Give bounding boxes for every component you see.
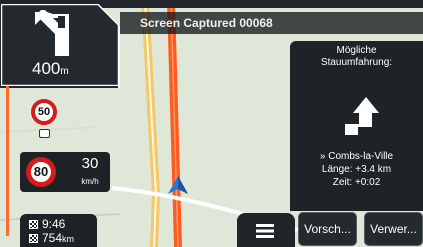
remaining-distance: 754 xyxy=(42,231,63,245)
detour-arrow-icon xyxy=(345,97,379,135)
turn-distance-value: 400 xyxy=(32,59,61,78)
truck-restriction-icon xyxy=(39,129,50,138)
turn-distance-unit: m xyxy=(60,66,69,77)
arrival-time-row: 9:46 xyxy=(29,217,93,231)
current-speed-unit: km/h xyxy=(81,177,99,186)
turn-distance: 400m xyxy=(32,58,102,80)
hamburger-menu-icon xyxy=(256,224,274,238)
reject-detour-button[interactable]: Verwer... xyxy=(364,212,423,246)
route-progress-line xyxy=(6,86,9,236)
detour-time: Zeit: +0:02 xyxy=(332,177,381,188)
propose-detour-button[interactable]: Vorsch... xyxy=(298,212,357,246)
detour-title: Mögliche Stauumfahrung: xyxy=(290,45,423,71)
detour-title-line1: Mögliche xyxy=(336,45,377,56)
detour-destination: » Combs-la-Ville xyxy=(319,151,394,162)
speed-limit-sign-small: 50 xyxy=(31,99,57,125)
navigation-screen: Screen Captured 00068 400m 50 80 30 km/h… xyxy=(0,0,423,247)
screen-title: Screen Captured 00068 xyxy=(120,12,423,34)
remaining-distance-row: 754km xyxy=(29,231,93,245)
turn-left-arrow-icon xyxy=(35,10,69,56)
remaining-distance-unit: km xyxy=(62,234,75,244)
detour-details: » Combs-la-Ville Länge: +3.4 km Zeit: +0… xyxy=(290,150,423,192)
finish-flag-icon xyxy=(29,220,38,229)
arrival-time: 9:46 xyxy=(42,217,66,231)
detour-title-line2: Stauumfahrung: xyxy=(320,57,393,68)
distance-flag-icon xyxy=(29,234,38,243)
current-speed-value: 30 xyxy=(81,155,99,172)
detour-length: Länge: +3.4 km xyxy=(321,164,392,175)
speed-limit-sign-current: 80 xyxy=(26,157,56,187)
